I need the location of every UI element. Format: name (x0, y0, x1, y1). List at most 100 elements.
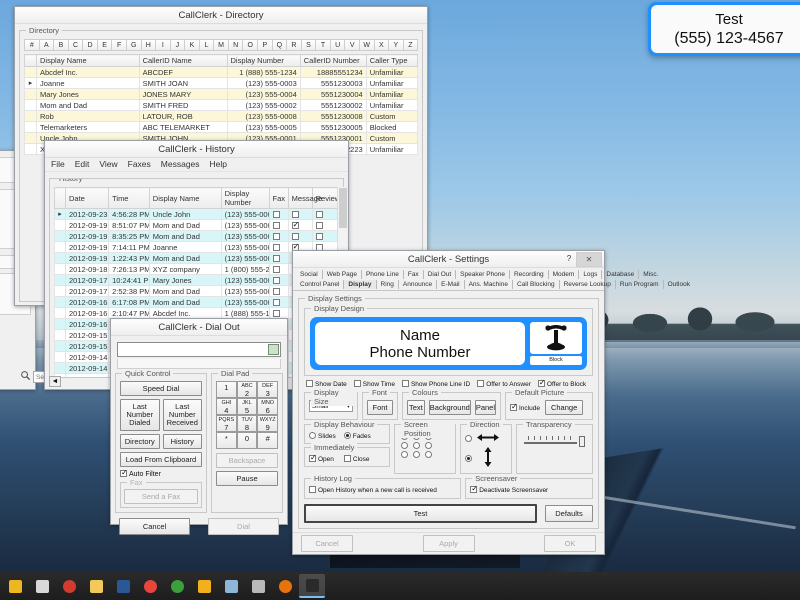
checkbox-show-date[interactable]: Show Date (306, 380, 347, 388)
alpha-filter-a[interactable]: A (39, 39, 54, 51)
cell-message[interactable] (288, 209, 312, 220)
tab-e-mail[interactable]: E-Mail (437, 280, 464, 289)
screen-position-radio-4[interactable] (413, 442, 420, 449)
font-button[interactable]: Font (367, 400, 393, 415)
alpha-filter-v[interactable]: V (344, 39, 359, 51)
alpha-filter-w[interactable]: W (359, 39, 374, 51)
taskbar-leaf-icon[interactable] (164, 574, 190, 598)
screen-position-radio-8[interactable] (425, 451, 432, 458)
dial-key-hash[interactable]: # (257, 432, 278, 449)
history-scroll-left-button[interactable]: ◄ (49, 376, 61, 387)
dialout-number-input[interactable] (117, 342, 281, 357)
alpha-filter-t[interactable]: T (315, 39, 330, 51)
taskbar-folder-icon[interactable] (83, 574, 109, 598)
checkbox-show-phone-line-id[interactable]: Show Phone Line ID (402, 380, 470, 388)
cell-fax[interactable] (269, 209, 288, 220)
checkbox-offer-to-block[interactable]: Offer to Block (538, 380, 586, 388)
taskbar-notes-icon[interactable] (191, 574, 217, 598)
backspace-button[interactable]: Backspace (216, 453, 278, 468)
alpha-filter-m[interactable]: M (213, 39, 228, 51)
alpha-filter-e[interactable]: E (97, 39, 112, 51)
reviewed-checkbox[interactable] (316, 222, 323, 229)
tab-phone-line[interactable]: Phone Line (362, 270, 404, 279)
dial-key-6[interactable]: MNO6 (257, 398, 278, 415)
change-picture-button[interactable]: Change (545, 400, 583, 415)
fax-checkbox[interactable] (273, 288, 280, 295)
tab-misc-[interactable]: Misc. (639, 270, 662, 279)
cell-fax[interactable] (269, 231, 288, 242)
dial-key-9[interactable]: WXYZ9 (257, 415, 278, 432)
col-callerid-name[interactable]: CallerID Name (139, 55, 227, 67)
tab-social[interactable]: Social (296, 270, 323, 279)
menu-edit[interactable]: Edit (75, 159, 90, 170)
direction-vertical-radio[interactable] (465, 455, 472, 462)
dial-key-star[interactable]: * (216, 432, 237, 449)
tab-modem[interactable]: Modem (549, 270, 580, 279)
table-row[interactable]: ▸2012-09-234:56:28 PMUncle John(123) 555… (55, 209, 339, 220)
alpha-filter-u[interactable]: U (330, 39, 345, 51)
screen-position-radio-5[interactable] (425, 442, 432, 449)
immediately-close-checkbox[interactable]: Close (344, 455, 370, 463)
alpha-filter-h[interactable]: H (141, 39, 156, 51)
col-date[interactable]: Date (66, 188, 109, 209)
col-display-number[interactable]: Display Number (227, 55, 300, 67)
history-menubar[interactable]: FileEditViewFaxesMessagesHelp (45, 158, 348, 172)
taskbar-chrome-icon[interactable] (137, 574, 163, 598)
dropdown-arrow-icon[interactable] (268, 344, 279, 355)
history-log-checkbox[interactable]: Open History when a new call is received (309, 486, 456, 494)
colour-buttons[interactable]: TextBackgroundPanel (407, 400, 496, 415)
dial-key-7[interactable]: PQRS7 (216, 415, 237, 432)
pause-button[interactable]: Pause (216, 471, 278, 486)
cell-fax[interactable] (269, 297, 288, 308)
send-a-fax-button[interactable]: Send a Fax (124, 489, 198, 504)
alpha-filter-q[interactable]: Q (272, 39, 287, 51)
table-row[interactable]: RobLATOUR, ROB(123) 555-00085551230008Cu… (25, 111, 418, 122)
alpha-filter-r[interactable]: R (286, 39, 301, 51)
colour-background-button[interactable]: Background (429, 400, 471, 415)
col-callerid-number[interactable]: CallerID Number (300, 55, 366, 67)
tab-database[interactable]: Database (602, 270, 639, 279)
tab-web-page[interactable]: Web Page (323, 270, 362, 279)
dial-button[interactable]: Dial (208, 518, 279, 535)
alpha-filter-g[interactable]: G (126, 39, 141, 51)
tab-ring[interactable]: Ring (377, 280, 399, 289)
tab-dial-out[interactable]: Dial Out (424, 270, 456, 279)
radio-fades[interactable]: Fades (344, 432, 371, 440)
col-time[interactable]: Time (109, 188, 150, 209)
cell-fax[interactable] (269, 220, 288, 231)
preview-block-button[interactable]: Block (530, 356, 582, 365)
load-from-clipboard-button[interactable]: Load From Clipboard (120, 452, 202, 467)
alpha-filter-b[interactable]: B (53, 39, 68, 51)
menu-help[interactable]: Help (210, 159, 227, 170)
alpha-filter-x[interactable]: X (374, 39, 389, 51)
auto-filter-checkbox[interactable]: Auto Filter (120, 470, 202, 478)
fax-checkbox[interactable] (273, 255, 280, 262)
col-message[interactable]: Message (288, 188, 312, 209)
alpha-filter-z[interactable]: Z (403, 39, 419, 51)
tab-call-blocking[interactable]: Call Blocking (513, 280, 560, 289)
dial-key-2[interactable]: ABC2 (237, 381, 258, 398)
settings-window[interactable]: CallClerk - Settings ? ✕ SocialWeb PageP… (292, 250, 605, 555)
tab-recording[interactable]: Recording (510, 270, 549, 279)
dialout-window[interactable]: CallClerk - Dial Out Quick Control Speed… (110, 318, 288, 525)
include-checkbox[interactable]: Include (510, 404, 540, 412)
taskbar-callclerk-icon[interactable] (299, 574, 325, 598)
scrollbar-thumb[interactable] (339, 188, 347, 228)
dial-key-0[interactable]: 0 (237, 432, 258, 449)
direction-horizontal-radio[interactable] (465, 435, 472, 442)
taskbar-calculator-icon[interactable] (245, 574, 271, 598)
tab-control-panel[interactable]: Control Panel (296, 280, 344, 289)
cell-fax[interactable] (269, 264, 288, 275)
speed-dial-button[interactable]: Speed Dial (120, 381, 202, 396)
table-row[interactable]: ▸JoanneSMITH JOAN(123) 555-0003555123000… (25, 78, 418, 89)
cell-fax[interactable] (269, 275, 288, 286)
dial-key-4[interactable]: GHI4 (216, 398, 237, 415)
cell-reviewed[interactable] (312, 231, 338, 242)
alpha-filter-i[interactable]: I (155, 39, 170, 51)
alpha-filter-y[interactable]: Y (388, 39, 403, 51)
table-row[interactable]: Abcdef Inc.ABCDEF1 (888) 555-12341888555… (25, 67, 418, 78)
cell-message[interactable] (288, 231, 312, 242)
alpha-filter-n[interactable]: N (228, 39, 243, 51)
tab-speaker-phone[interactable]: Speaker Phone (456, 270, 510, 279)
settings-apply-button[interactable]: Apply (423, 535, 475, 552)
